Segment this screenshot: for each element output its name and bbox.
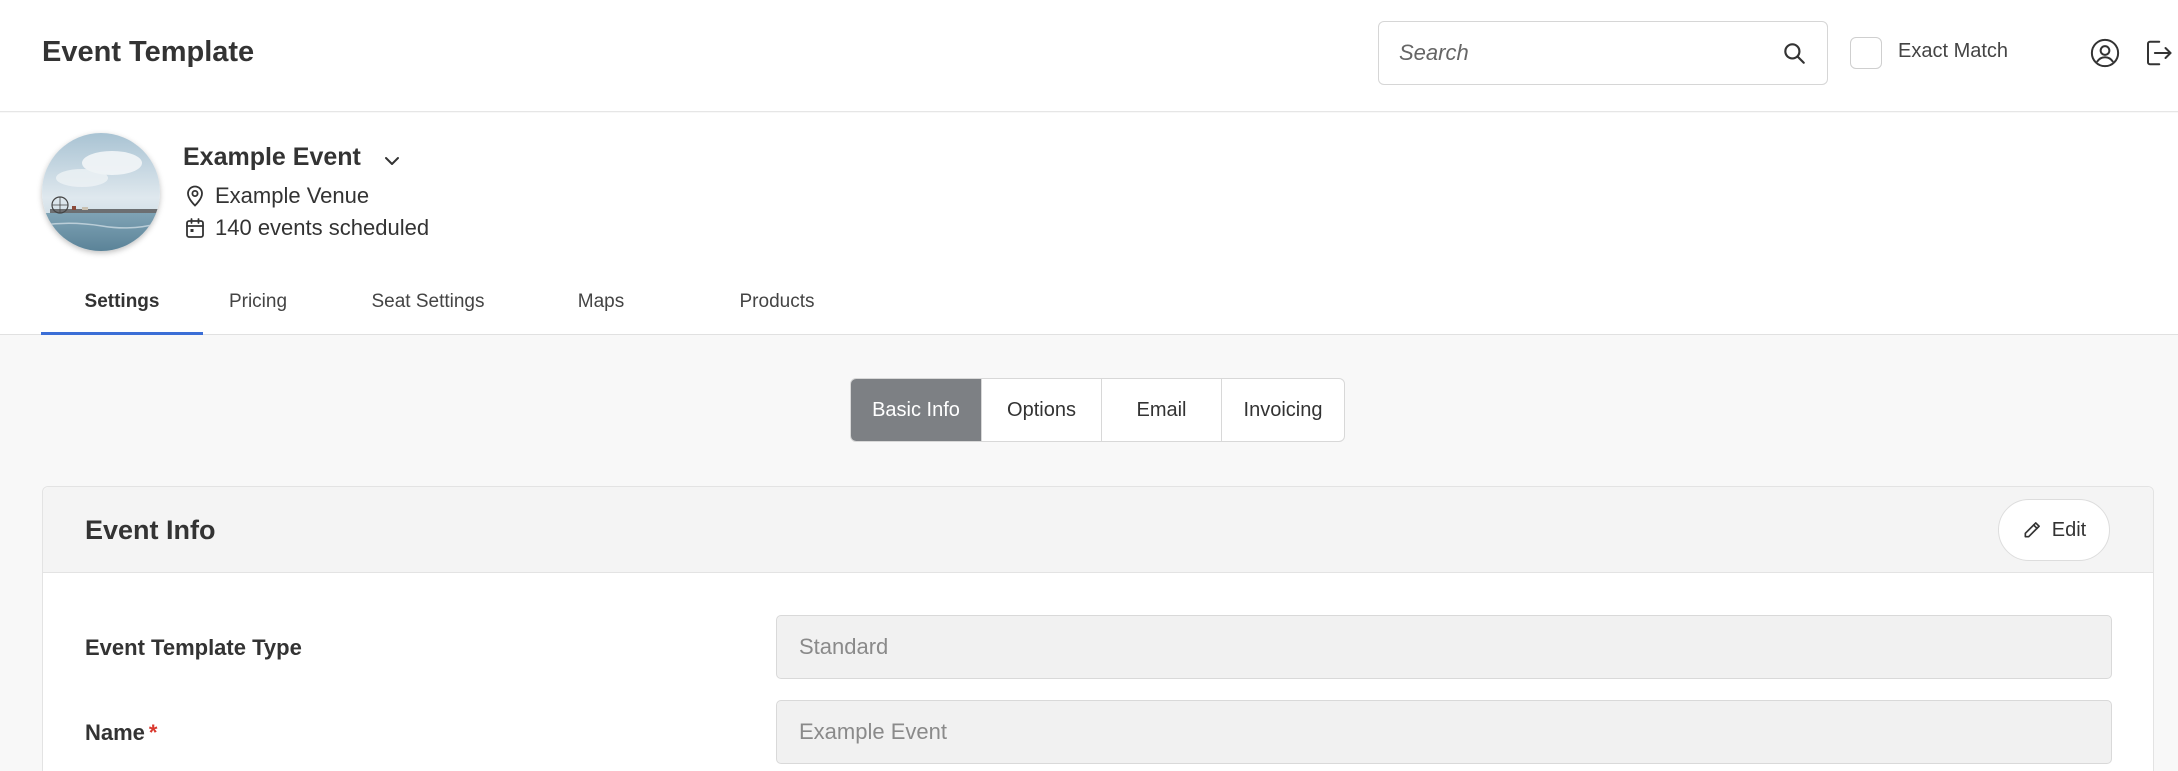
main-tabs: Settings Pricing Seat Settings Maps Prod… bbox=[41, 273, 841, 335]
top-header: Event Template Exact Match bbox=[0, 0, 2178, 112]
edit-button[interactable]: Edit bbox=[1998, 499, 2110, 561]
calendar-icon bbox=[186, 218, 204, 238]
event-template-type-field[interactable]: Standard bbox=[776, 615, 2112, 679]
event-schedule-count: 140 events scheduled bbox=[183, 213, 429, 243]
subtab-basic-info[interactable]: Basic Info bbox=[851, 379, 982, 441]
edit-button-label: Edit bbox=[2051, 518, 2087, 541]
page-title: Event Template bbox=[42, 36, 255, 68]
search-box[interactable] bbox=[1378, 21, 1828, 85]
name-field[interactable]: Example Event bbox=[776, 700, 2112, 764]
event-template-type-label: Event Template Type bbox=[85, 635, 302, 660]
exact-match-label: Exact Match bbox=[1898, 40, 2009, 62]
scheduled-text: 140 events scheduled bbox=[215, 215, 430, 240]
chevron-down-icon[interactable] bbox=[380, 149, 404, 173]
event-venue: Example Venue bbox=[183, 181, 369, 211]
required-marker: * bbox=[148, 720, 158, 745]
subtab-options[interactable]: Options bbox=[982, 379, 1102, 441]
logout-icon[interactable] bbox=[2142, 38, 2174, 68]
tab-seat-settings[interactable]: Seat Settings bbox=[348, 273, 508, 335]
tab-maps[interactable]: Maps bbox=[561, 273, 641, 335]
card-title: Event Info bbox=[85, 515, 216, 545]
event-header: Example Event Example Venue 140 events s… bbox=[0, 113, 2178, 335]
exact-match-checkbox[interactable] bbox=[1850, 37, 1882, 69]
tab-pricing[interactable]: Pricing bbox=[203, 273, 313, 335]
card-header: Event Info Edit bbox=[43, 487, 2153, 573]
event-avatar bbox=[42, 133, 160, 251]
venue-text: Example Venue bbox=[215, 183, 370, 208]
location-pin-icon bbox=[187, 185, 203, 207]
pencil-icon bbox=[2024, 522, 2040, 538]
event-info-card: Event Info Edit Event Template Type Stan… bbox=[42, 486, 2154, 771]
subtabs: Basic Info Options Email Invoicing bbox=[850, 378, 1345, 442]
search-icon[interactable] bbox=[1781, 40, 1807, 66]
search-input[interactable] bbox=[1399, 22, 1759, 84]
tab-products[interactable]: Products bbox=[713, 273, 841, 335]
event-name: Example Event bbox=[183, 143, 361, 171]
subtab-email[interactable]: Email bbox=[1102, 379, 1222, 441]
name-label: Name * bbox=[85, 720, 158, 745]
subtab-invoicing[interactable]: Invoicing bbox=[1222, 379, 1344, 441]
tab-settings[interactable]: Settings bbox=[41, 273, 203, 335]
user-account-icon[interactable] bbox=[2090, 38, 2120, 68]
